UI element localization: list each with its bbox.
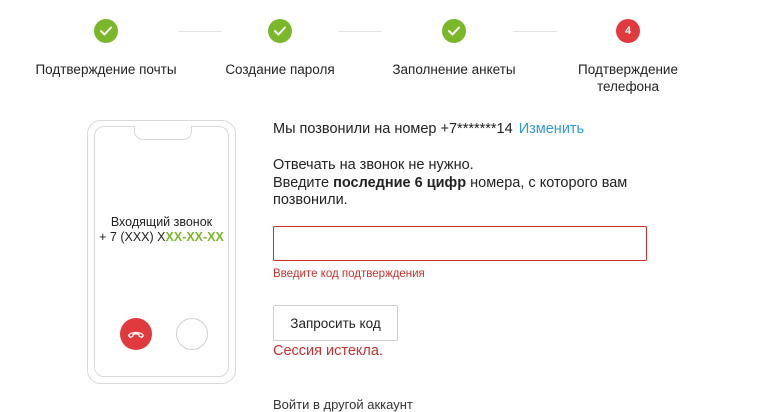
session-expired-message: Сессия истекла.: [273, 343, 383, 359]
called-number-line: Мы позвонили на номер +7*******14 Изменит…: [273, 121, 584, 137]
step-done-check-icon: [268, 19, 292, 43]
instruction-no-answer: Отвечать на звонок не нужно.: [273, 157, 474, 173]
answer-call-icon: [176, 318, 208, 350]
instruction-prefix: Введите: [273, 174, 334, 191]
step-label: Заполнение анкеты: [392, 62, 516, 77]
called-number-text: Мы позвонили на номер +7*******14: [273, 121, 513, 137]
step-number-badge: 4: [616, 19, 640, 43]
step-label: Создание пароля: [225, 62, 335, 77]
number-prefix: + 7 (XXX) X: [99, 230, 166, 244]
step-email-confirmation: Подтверждение почты: [21, 19, 191, 78]
step-questionnaire: Заполнение анкеты: [369, 19, 539, 78]
incoming-call-title: Входящий звонок: [110, 215, 213, 229]
step-done-check-icon: [442, 19, 466, 43]
instruction-text: Отвечать на звонок не нужно. Введите пос…: [273, 157, 653, 210]
phone-notch: [134, 126, 192, 140]
step-done-check-icon: [94, 19, 118, 43]
phone-screen: Входящий звонок + 7 (XXX) XXX-XX-XX: [94, 126, 229, 377]
step-label: Подтверждение почты: [35, 62, 177, 77]
instruction-enter-digits: Введите последние 6 цифр номера, с котор…: [273, 175, 653, 210]
decline-call-icon: [120, 318, 152, 350]
step-label: Подтверждение телефона: [578, 62, 678, 94]
incoming-call-number: + 7 (XXX) XXX-XX-XX: [95, 230, 228, 245]
step-phone-confirmation: 4 Подтверждение телефона: [543, 19, 713, 95]
request-code-button[interactable]: Запросить код: [273, 305, 398, 341]
confirmation-code-input[interactable]: [273, 226, 647, 261]
change-number-link[interactable]: Изменить: [519, 121, 584, 137]
phone-illustration: Входящий звонок + 7 (XXX) XXX-XX-XX: [87, 120, 236, 384]
other-account-link[interactable]: Войти в другой аккаунт: [273, 397, 413, 412]
step-password-creation: Создание пароля: [195, 19, 365, 78]
code-error-message: Введите код подтверждения: [273, 268, 425, 280]
number-hidden-digits: XX-XX-XX: [165, 230, 224, 244]
incoming-call-text: Входящий звонок + 7 (XXX) XXX-XX-XX: [95, 215, 228, 245]
instruction-bold: последние 6 цифр: [333, 174, 467, 191]
